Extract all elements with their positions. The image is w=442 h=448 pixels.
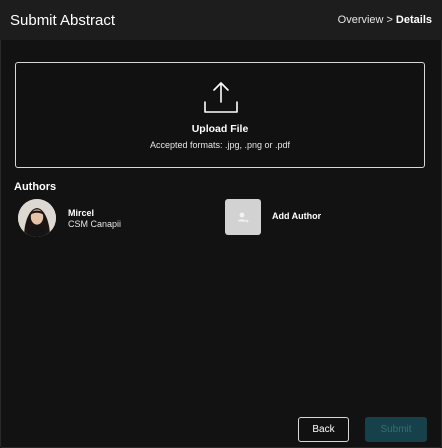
add-author-tile[interactable] [225,199,261,235]
breadcrumb: Overview > Details [338,14,432,26]
author-item: Mircel CSM Canapii [18,199,208,239]
author-organization: CSM Canapii [68,219,122,229]
breadcrumb-details: Details [395,14,432,26]
upload-title: Upload File [191,123,249,135]
avatar [18,199,56,237]
author-name: Mircel [68,208,95,218]
person-placeholder-icon [238,212,249,223]
authors-heading: Authors [14,181,57,193]
upload-dropzone[interactable]: Upload File Accepted formats: .jpg, .png… [15,62,425,168]
breadcrumb-overview[interactable]: Overview [338,14,384,26]
dialog-header: Submit Abstract Overview > Details [0,0,442,40]
add-author-button[interactable]: Add Author [225,199,345,235]
back-button[interactable]: Back [298,417,349,442]
add-author-label[interactable]: Add Author [272,211,321,221]
page-title: Submit Abstract [10,12,116,29]
upload-formats: Accepted formats: .jpg, .png or .pdf [149,140,291,150]
upload-icon [204,82,238,113]
submit-button[interactable]: Submit [365,417,427,442]
breadcrumb-separator: > [386,14,393,26]
